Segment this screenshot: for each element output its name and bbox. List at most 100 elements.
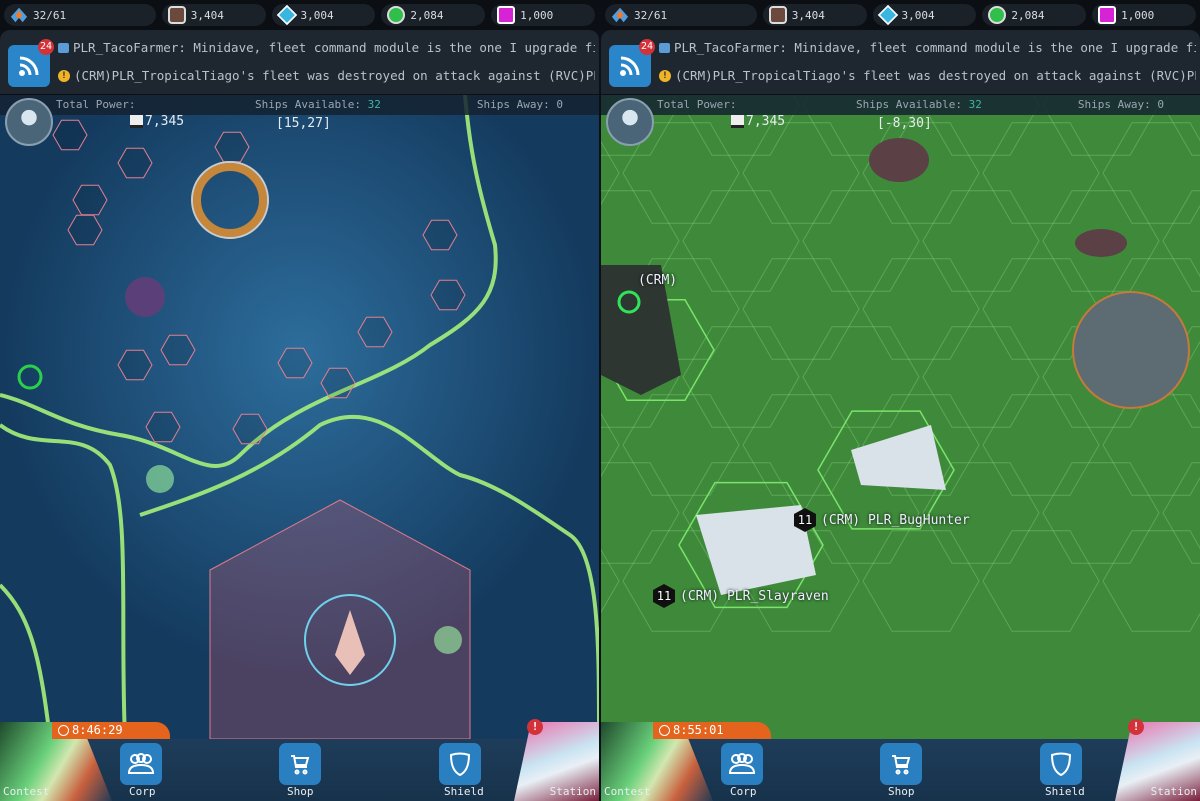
shield-button[interactable] <box>439 743 481 785</box>
crystal-resource[interactable]: 3,004 <box>872 4 977 26</box>
fleet-label[interactable]: 11 (CRM) PLR_BugHunter <box>794 508 970 532</box>
fleet-stats-bar: Total Power: Ships Available: 32 Ships A… <box>601 95 1200 115</box>
chat-feed[interactable]: 24 PLR_TacoFarmer: Minidave, fleet comma… <box>601 30 1200 94</box>
premium-resource[interactable]: 1,000 <box>1092 4 1196 26</box>
corp-icon <box>127 753 155 774</box>
total-power-label: Total Power: <box>657 98 737 111</box>
total-power-label: Total Power: <box>56 98 136 111</box>
shop-label: Shop <box>287 785 314 798</box>
ore-amount: 3,404 <box>190 8 224 22</box>
base-tag: (CRM) <box>638 273 678 288</box>
planet <box>1072 291 1190 409</box>
ore-icon <box>167 6 186 24</box>
event-message-text: (CRM)PLR_TropicalTiago's fleet was destr… <box>675 68 1196 83</box>
premium-icon <box>1098 6 1117 24</box>
unread-badge: 24 <box>639 39 655 55</box>
planet <box>125 277 165 317</box>
chat-feed[interactable]: 24 PLR_TacoFarmer: Minidave, fleet comma… <box>0 30 599 94</box>
station-alert-badge: ! <box>527 719 543 735</box>
chat-bubble-icon <box>58 42 69 53</box>
crystal-amount: 3,004 <box>300 8 334 22</box>
corp-button[interactable] <box>721 743 763 785</box>
fleet-level-badge: 11 <box>794 508 816 532</box>
chat-message[interactable]: PLR_TacoFarmer: Minidave, fleet command … <box>58 40 595 55</box>
shop-button[interactable] <box>279 743 321 785</box>
chat-bubble-icon <box>659 42 670 53</box>
fleet-owner: (CRM) PLR_Slayraven <box>680 588 829 604</box>
ships-away-label: Ships Away: <box>1077 98 1151 111</box>
gas-resource[interactable]: 2,084 <box>381 4 486 26</box>
premium-resource[interactable]: 1,000 <box>491 4 595 26</box>
game-panel: 32/61 3,404 3,004 2,084 1,000 24 PLR_Tac… <box>601 0 1200 801</box>
power-icon <box>731 115 744 128</box>
galaxy-map[interactable] <box>0 95 599 739</box>
ships-available: Ships Available: 32 <box>856 98 982 111</box>
ships-away-count: 0 <box>556 98 563 111</box>
warning-icon: ! <box>659 69 671 82</box>
resource-bar: 32/61 3,404 3,004 2,084 1,000 <box>0 0 599 30</box>
ships-away: Ships Away: 0 <box>1078 98 1164 111</box>
station-label: Station <box>549 785 596 798</box>
gas-icon <box>387 6 406 24</box>
ore-icon <box>768 6 787 24</box>
shop-label: Shop <box>888 785 915 798</box>
fleet-capacity[interactable]: 32/61 <box>4 4 156 26</box>
station-label: Station <box>1150 785 1197 798</box>
ore-resource[interactable]: 3,404 <box>161 4 266 26</box>
shop-button[interactable] <box>880 743 922 785</box>
ships-available-count: 32 <box>968 98 982 111</box>
premium-amount: 1,000 <box>1121 8 1155 22</box>
asteroid <box>1075 229 1127 257</box>
corp-label: Corp <box>129 785 156 798</box>
chat-message[interactable]: PLR_TacoFarmer: Minidave, fleet command … <box>659 40 1196 55</box>
premium-amount: 1,000 <box>520 8 554 22</box>
player-avatar[interactable] <box>606 98 654 146</box>
ships-away: Ships Away: 0 <box>477 98 563 111</box>
total-power: 7,345 <box>130 114 184 129</box>
fleet-icon <box>611 7 629 23</box>
fleet-icon <box>10 7 28 23</box>
game-panel: 32/61 3,404 3,004 2,084 1,000 24 PLR_Tac… <box>0 0 599 801</box>
fleet-capacity[interactable]: 32/61 <box>605 4 757 26</box>
gas-icon <box>988 6 1007 24</box>
resource-bar: 32/61 3,404 3,004 2,084 1,000 <box>601 0 1200 30</box>
fleet-count: 32/61 <box>33 8 67 22</box>
contest-label: Contest <box>604 785 651 798</box>
fleet-owner: (CRM) PLR_BugHunter <box>821 512 970 528</box>
corp-button[interactable] <box>120 743 162 785</box>
rss-icon <box>620 56 640 76</box>
shield-icon <box>1050 752 1072 777</box>
map-coordinates: [15,27] <box>276 116 331 131</box>
map-coordinates: [-8,30] <box>877 116 932 131</box>
warning-icon: ! <box>58 69 70 82</box>
shield-label: Shield <box>1045 785 1085 798</box>
corp-label: Corp <box>730 785 757 798</box>
crystal-resource[interactable]: 3,004 <box>271 4 376 26</box>
ships-available: Ships Available: 32 <box>255 98 381 111</box>
asteroid <box>869 138 929 182</box>
galaxy-map[interactable] <box>601 95 1200 739</box>
event-message[interactable]: ! (CRM)PLR_TropicalTiago's fleet was dest… <box>659 68 1196 83</box>
gas-resource[interactable]: 2,084 <box>982 4 1087 26</box>
chat-message-text: PLR_TacoFarmer: Minidave, fleet command … <box>73 40 595 55</box>
ships-away-count: 0 <box>1157 98 1164 111</box>
total-power: 7,345 <box>731 114 785 129</box>
cart-icon <box>291 755 310 775</box>
event-message-text: (CRM)PLR_TropicalTiago's fleet was destr… <box>74 68 595 83</box>
shield-button[interactable] <box>1040 743 1082 785</box>
gas-amount: 2,084 <box>1011 8 1045 22</box>
crystal-icon <box>276 4 297 26</box>
ore-resource[interactable]: 3,404 <box>762 4 867 26</box>
shield-label: Shield <box>444 785 484 798</box>
fleet-label[interactable]: 11 (CRM) PLR_Slayraven <box>653 584 829 608</box>
ships-away-label: Ships Away: <box>476 98 550 111</box>
ships-available-label: Ships Available: <box>856 98 962 111</box>
total-power-value: 7,345 <box>746 114 786 129</box>
player-avatar[interactable] <box>5 98 53 146</box>
crystal-icon <box>877 4 898 26</box>
gas-amount: 2,084 <box>410 8 444 22</box>
event-message[interactable]: ! (CRM)PLR_TropicalTiago's fleet was dest… <box>58 68 595 83</box>
unread-badge: 24 <box>38 39 54 55</box>
ships-available-count: 32 <box>367 98 381 111</box>
fleet-count: 32/61 <box>634 8 668 22</box>
